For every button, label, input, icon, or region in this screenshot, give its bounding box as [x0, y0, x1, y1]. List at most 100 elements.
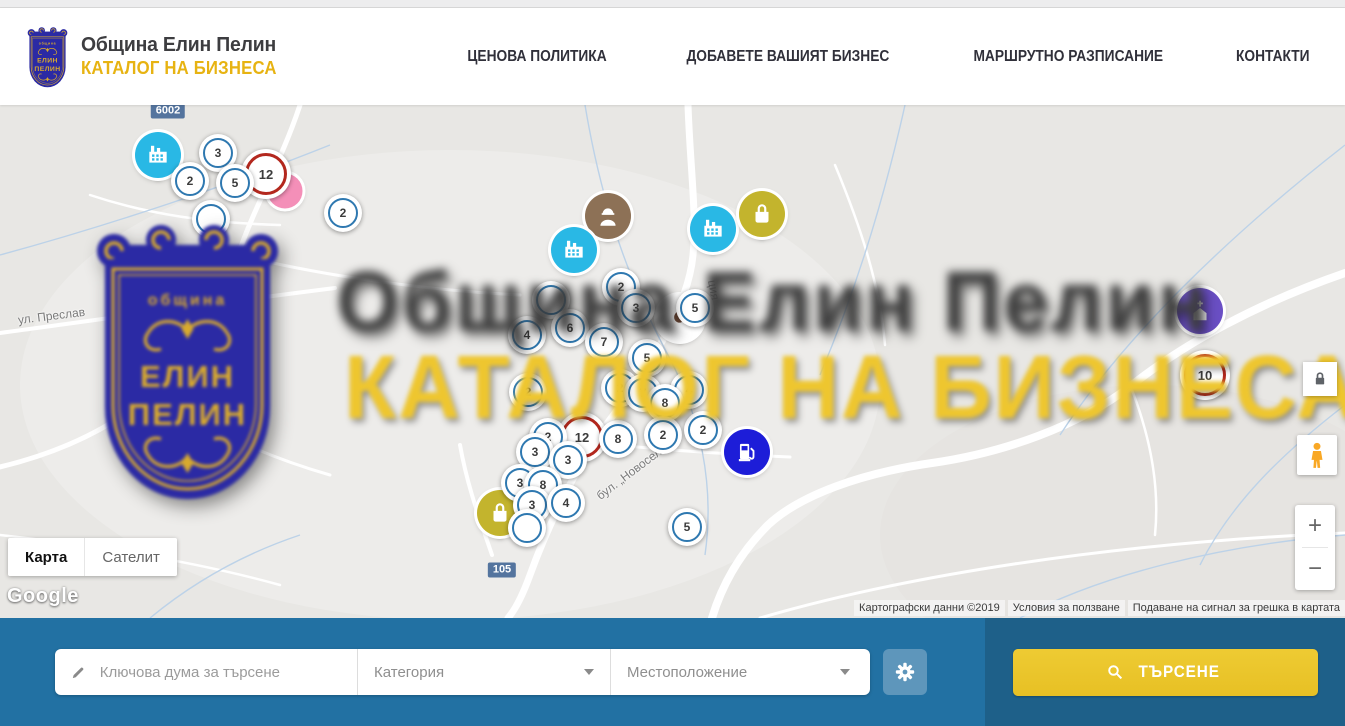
cluster-marker[interactable]: 8 — [599, 420, 637, 458]
google-map[interactable]: 6002105ул. Преславбул. „Новоселция — [0, 105, 1345, 618]
cluster-marker[interactable] — [508, 509, 546, 547]
map-type-control: Карта Сателит — [8, 538, 177, 576]
category-pin-bag[interactable] — [739, 191, 785, 237]
cluster-count: 2 — [688, 415, 718, 445]
cluster-marker[interactable]: 5 — [628, 339, 666, 377]
logo-text: Община Елин Пелин КАТАЛОГ НА БИЗНЕСА — [81, 34, 291, 79]
site-logo[interactable]: община ЕЛИН ПЕЛИН Община Елин Пелин КАТА… — [25, 25, 291, 89]
factory-icon — [561, 237, 587, 263]
cluster-count: 3 — [553, 445, 583, 475]
nav-item-ценова-политика[interactable]: ЦЕНОВА ПОЛИТИКА — [467, 48, 606, 66]
main-nav: ЦЕНОВА ПОЛИТИКА ДОБАВЕТЕ ВАШИЯТ БИЗНЕС МАР… — [456, 48, 1320, 66]
keyword-field[interactable] — [55, 649, 358, 695]
cluster-count: 2 — [513, 377, 543, 407]
pegman-icon — [1303, 441, 1331, 469]
cluster-count: 5 — [680, 293, 710, 323]
search-button-section: ТЪРСЕНЕ — [985, 618, 1345, 726]
category-select-value: Категория — [374, 664, 444, 681]
cluster-count — [512, 513, 542, 543]
cluster-count: 3 — [621, 293, 651, 323]
cluster-count: 7 — [589, 327, 619, 357]
search-fields: Категория Местоположение — [55, 649, 870, 695]
municipality-crest-logo: община ЕЛИН ПЕЛИН — [25, 25, 70, 89]
cluster-marker[interactable]: 2 — [324, 194, 362, 232]
nav-item-добавете-вашият-бизнес[interactable]: ДОБАВЕТЕ ВАШИЯТ БИЗНЕС — [687, 48, 890, 66]
search-button-label: ТЪРСЕНЕ — [1138, 662, 1219, 682]
attribution-copyright: Картографски данни ©2019 — [854, 600, 1005, 616]
cluster-marker[interactable]: 5 — [668, 508, 706, 546]
map-type-map-button[interactable]: Карта — [8, 538, 84, 576]
cluster-marker[interactable]: 2 — [509, 373, 547, 411]
map-attribution: Картографски данни ©2019Условия за ползв… — [854, 600, 1345, 616]
location-select-value: Местоположение — [627, 664, 747, 681]
top-strip — [0, 0, 1345, 8]
pencil-icon — [70, 663, 87, 682]
cluster-marker[interactable]: 4 — [508, 316, 546, 354]
street-view-pegman-button[interactable] — [1297, 435, 1337, 475]
svg-text:община: община — [39, 41, 56, 45]
cluster-count: 5 — [632, 343, 662, 373]
search-icon — [1106, 663, 1124, 681]
cluster-count: 2 — [328, 198, 358, 228]
cluster-marker[interactable]: 4 — [547, 484, 585, 522]
cluster-marker[interactable] — [192, 200, 230, 238]
cluster-marker[interactable]: 3 — [617, 289, 655, 327]
cluster-count: 10 — [1184, 354, 1226, 396]
zoom-in-button[interactable]: + — [1295, 505, 1335, 547]
attribution-link[interactable]: Подаване на сигнал за грешка в картата — [1128, 600, 1345, 616]
lock-button[interactable] — [1303, 362, 1337, 396]
cluster-marker[interactable]: 2 — [684, 411, 722, 449]
zoom-out-button[interactable]: − — [1295, 548, 1335, 590]
svg-text:ПЕЛИН: ПЕЛИН — [34, 66, 60, 73]
cluster-marker[interactable]: 6 — [551, 309, 589, 347]
factory-icon — [145, 142, 171, 168]
category-select[interactable]: Категория — [358, 649, 610, 695]
search-bar: Категория Местоположение — [0, 618, 1345, 726]
svg-text:ЕЛИН: ЕЛИН — [37, 57, 58, 64]
church-icon — [1187, 298, 1213, 324]
google-logo[interactable]: Google — [7, 585, 79, 608]
search-fields-section: Категория Местоположение — [0, 618, 985, 726]
advanced-settings-button[interactable] — [883, 649, 927, 695]
keyword-search-input[interactable] — [98, 663, 342, 682]
cluster-marker[interactable]: 10 — [1180, 350, 1230, 400]
header: община ЕЛИН ПЕЛИН Община Елин Пелин КАТА… — [0, 8, 1345, 105]
cluster-count: 8 — [650, 388, 680, 418]
cluster-marker[interactable]: 2 — [171, 162, 209, 200]
cluster-marker[interactable]: 2 — [644, 416, 682, 454]
category-pin-factory[interactable] — [690, 206, 736, 252]
cluster-marker[interactable]: 7 — [585, 323, 623, 361]
cluster-count: 6 — [555, 313, 585, 343]
cluster-count: 2 — [648, 420, 678, 450]
category-pin-church[interactable] — [1177, 288, 1223, 334]
chevron-down-icon — [840, 669, 850, 675]
nav-item-контакти[interactable]: КОНТАКТИ — [1236, 48, 1310, 66]
category-pin-factory[interactable] — [551, 227, 597, 273]
road-number-badge: 105 — [488, 563, 516, 578]
cluster-count: 3 — [520, 437, 550, 467]
factory-icon — [700, 216, 726, 242]
cluster-count — [196, 204, 226, 234]
nav-item-маршрутно-разписание[interactable]: МАРШРУТНО РАЗПИСАНИЕ — [973, 48, 1163, 66]
search-button[interactable]: ТЪРСЕНЕ — [1013, 649, 1318, 696]
attribution-link[interactable]: Условия за ползване — [1008, 600, 1125, 616]
lock-icon — [1310, 369, 1330, 389]
cluster-count: 5 — [672, 512, 702, 542]
fuel-pump-icon — [734, 439, 760, 465]
gear-icon — [893, 660, 917, 684]
map-type-satellite-button[interactable]: Сателит — [84, 538, 177, 576]
location-select[interactable]: Местоположение — [610, 649, 866, 695]
pin-circle — [1177, 288, 1223, 334]
road-number-badge: 6002 — [151, 105, 185, 119]
shopping-bag-icon — [749, 201, 775, 227]
site-title: Община Елин Пелин — [81, 34, 285, 57]
chevron-down-icon — [584, 669, 594, 675]
cluster-count: 5 — [220, 168, 250, 198]
pin-circle — [739, 191, 785, 237]
pin-circle — [724, 429, 770, 475]
pin-circle — [551, 227, 597, 273]
cluster-marker[interactable]: 5 — [676, 289, 714, 327]
cluster-marker[interactable]: 5 — [216, 164, 254, 202]
pin-circle — [690, 206, 736, 252]
category-pin-fuel[interactable] — [724, 429, 770, 475]
